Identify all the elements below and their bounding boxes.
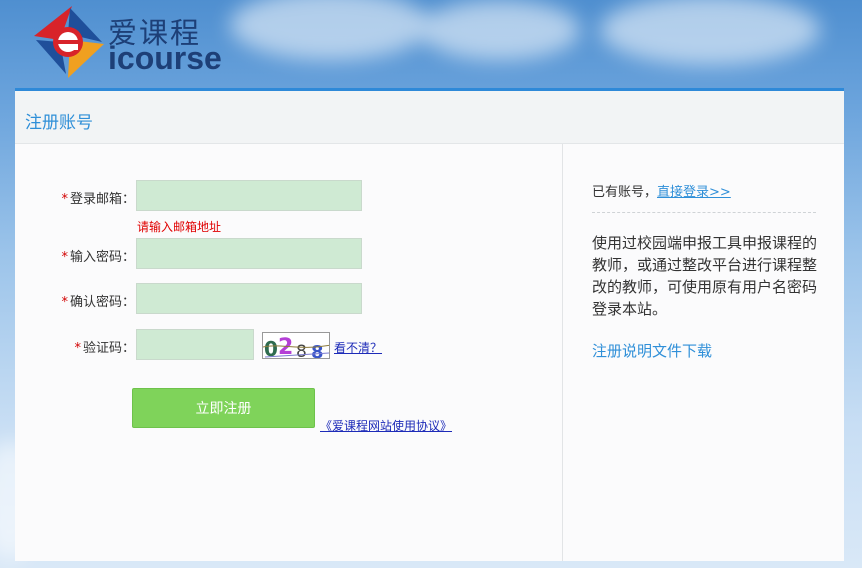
cloud-decoration (420, 0, 580, 60)
agreement-link[interactable]: 《爱课程网站使用协议》 (320, 417, 452, 434)
page-title: 注册账号 (25, 113, 93, 133)
download-instructions-link[interactable]: 注册说明文件下载 (592, 340, 712, 361)
cloud-decoration (230, 0, 430, 60)
required-mark: * (74, 341, 81, 356)
column-divider (562, 144, 563, 561)
email-label-text: 登录邮箱： (69, 192, 135, 207)
logo-english-text: icourse (108, 40, 222, 76)
captcha-graphic: 0 2 8 8 (263, 335, 329, 359)
cloud-decoration (600, 0, 820, 65)
email-error-message: 请输入邮箱地址 (137, 220, 222, 234)
captcha-image[interactable]: 0 2 8 8 (262, 332, 330, 359)
panel-header: 注册账号 (15, 91, 844, 144)
have-account-text: 已有账号， (592, 185, 658, 200)
required-mark: * (61, 295, 68, 310)
password-field[interactable] (136, 238, 362, 269)
required-mark: * (61, 192, 68, 207)
required-mark: * (61, 250, 68, 265)
logo-emblem-icon (34, 6, 104, 78)
site-logo[interactable]: 爱课程 icourse (30, 4, 230, 84)
email-field[interactable] (136, 180, 362, 211)
password-label: * 输入密码： (25, 246, 135, 265)
dashed-divider (592, 212, 816, 213)
captcha-label-text: 验证码： (82, 341, 135, 356)
captcha-label: * 验证码： (25, 337, 135, 356)
password-label-text: 输入密码： (69, 250, 135, 265)
have-account-line: 已有账号，直接登录>> (592, 181, 731, 200)
refresh-captcha-link[interactable]: 看不清？ (334, 339, 382, 356)
captcha-char: 8 (311, 342, 324, 359)
captcha-char: 0 (264, 337, 278, 359)
captcha-input[interactable] (136, 329, 254, 360)
captcha-char: 8 (296, 342, 307, 359)
confirm-password-label: * 确认密码： (25, 291, 135, 310)
confirm-label-text: 确认密码： (69, 295, 135, 310)
info-text: 使用过校园端申报工具申报课程的教师，或通过整改平台进行课程整改的教师，可使用原有… (592, 234, 818, 318)
login-link[interactable]: 直接登录>> (657, 185, 731, 200)
register-panel: 注册账号 * 登录邮箱： 请输入邮箱地址 * 输入密码： * 确认密码： * 验证码： … (15, 88, 844, 561)
confirm-password-field[interactable] (136, 283, 362, 314)
register-button[interactable]: 立即注册 (132, 388, 315, 428)
email-label: * 登录邮箱： (25, 188, 135, 207)
